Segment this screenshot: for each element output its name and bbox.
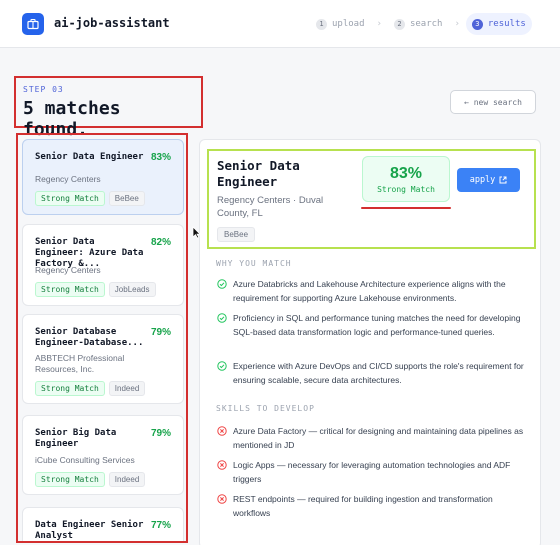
chevron-right-icon: ›	[376, 19, 382, 29]
app-title: ai-job-assistant	[54, 16, 170, 30]
job-tags: Strong Match BeBee	[35, 191, 145, 206]
job-tags: Strong Match JobLeads	[35, 282, 156, 297]
step-number: 2	[393, 18, 405, 30]
match-reason: Experience with Azure DevOps and CI/CD s…	[216, 360, 526, 387]
step-label: STEP 03	[23, 85, 64, 94]
match-reason: Azure Databricks and Lakehouse Architect…	[216, 278, 526, 305]
job-list: Senior Data Engineer 83% Regency Centers…	[16, 133, 188, 543]
job-title: Senior Data Engineer	[35, 152, 144, 162]
check-circle-icon	[217, 361, 227, 371]
skill-gap: Logic Apps — necessary for leveraging au…	[216, 459, 526, 486]
x-circle-icon	[217, 426, 227, 436]
briefcase-icon	[22, 13, 44, 35]
reason-text: Proficiency in SQL and performance tunin…	[233, 313, 521, 337]
source-badge: Indeed	[108, 381, 146, 396]
match-percent: 77%	[150, 520, 171, 531]
detail-title: Senior Data Engineer	[217, 158, 300, 189]
x-circle-icon	[217, 494, 227, 504]
check-circle-icon	[217, 313, 227, 323]
skill-gap: Azure Data Factory — critical for design…	[216, 425, 526, 452]
annotation-underline	[361, 207, 451, 209]
skills-to-develop-label: SKILLS TO DEVELOP	[216, 404, 315, 413]
detail-company: Regency Centers · Duval County, FL	[217, 195, 324, 219]
step-label: results	[487, 19, 526, 29]
step-label: upload	[332, 19, 365, 29]
step-search[interactable]: 2 search	[388, 13, 449, 35]
reason-text: Azure Databricks and Lakehouse Architect…	[233, 279, 506, 303]
skill-text: Azure Data Factory — critical for design…	[233, 426, 524, 450]
job-title: Senior Big Data Engineer	[35, 428, 117, 449]
match-badge: Strong Match	[35, 191, 105, 206]
job-card[interactable]: Senior Big Data Engineer 79% iCube Consu…	[22, 415, 184, 495]
job-card[interactable]: Data Engineer Senior Analyst 77%	[22, 507, 184, 541]
results-header: STEP 03 5 matches found.	[14, 76, 203, 140]
match-percent: 83%	[389, 165, 423, 182]
external-link-icon	[499, 176, 507, 184]
job-card[interactable]: Senior Data Engineer: Azure Data Factory…	[22, 224, 184, 306]
company-name: Regency Centers	[35, 265, 101, 275]
company-name: ABBTECH Professional Resources, Inc.	[35, 353, 125, 374]
match-badge: Strong Match	[35, 472, 105, 487]
match-reason: Proficiency in SQL and performance tunin…	[216, 312, 526, 339]
match-badge: Strong Match	[35, 282, 105, 297]
match-badge: Strong Match	[35, 381, 105, 396]
job-title: Senior Database Engineer-Database...	[35, 327, 144, 348]
step-number: 3	[471, 18, 483, 30]
match-percent: 83%	[150, 152, 171, 163]
reason-text: Experience with Azure DevOps and CI/CD s…	[233, 361, 524, 385]
source-badge: BeBee	[217, 227, 256, 242]
skill-text: REST endpoints — required for building i…	[233, 494, 493, 518]
company-name: Regency Centers	[35, 174, 101, 184]
apply-label: apply	[469, 175, 496, 185]
match-label: Strong Match	[377, 185, 435, 194]
step-upload[interactable]: 1 upload	[310, 13, 371, 35]
job-tags: Strong Match Indeed	[35, 472, 146, 487]
why-match-label: WHY YOU MATCH	[216, 259, 292, 268]
source-badge: Indeed	[108, 472, 146, 487]
match-percent: 79%	[150, 327, 171, 338]
new-search-button[interactable]: ← new search	[450, 90, 536, 114]
match-percent: 82%	[150, 237, 171, 248]
job-tags: Strong Match Indeed	[35, 381, 146, 396]
step-label: search	[409, 19, 443, 29]
job-title: Data Engineer Senior Analyst	[35, 520, 144, 541]
step-number: 1	[316, 18, 327, 30]
stepper: 1 upload › 2 search › 3 results	[310, 13, 532, 35]
source-badge: JobLeads	[108, 282, 156, 297]
mouse-cursor-icon	[192, 226, 201, 239]
job-card[interactable]: Senior Database Engineer-Database... 79%…	[22, 314, 184, 404]
job-detail-header: Senior Data Engineer Regency Centers · D…	[207, 149, 536, 249]
x-circle-icon	[217, 460, 227, 470]
source-badge: BeBee	[108, 191, 145, 206]
match-score-card: 83% Strong Match	[362, 156, 450, 202]
chevron-right-icon: ›	[454, 19, 460, 29]
step-results[interactable]: 3 results	[465, 13, 532, 35]
match-percent: 79%	[150, 428, 171, 439]
check-circle-icon	[217, 279, 227, 289]
company-name: iCube Consulting Services	[35, 455, 135, 465]
top-bar: ai-job-assistant 1 upload › 2 search › 3…	[0, 0, 560, 48]
skill-gap: REST endpoints — required for building i…	[216, 493, 526, 520]
apply-button[interactable]: apply	[457, 168, 520, 192]
job-card[interactable]: Senior Data Engineer 83% Regency Centers…	[22, 139, 184, 215]
skill-text: Logic Apps — necessary for leveraging au…	[233, 460, 511, 484]
